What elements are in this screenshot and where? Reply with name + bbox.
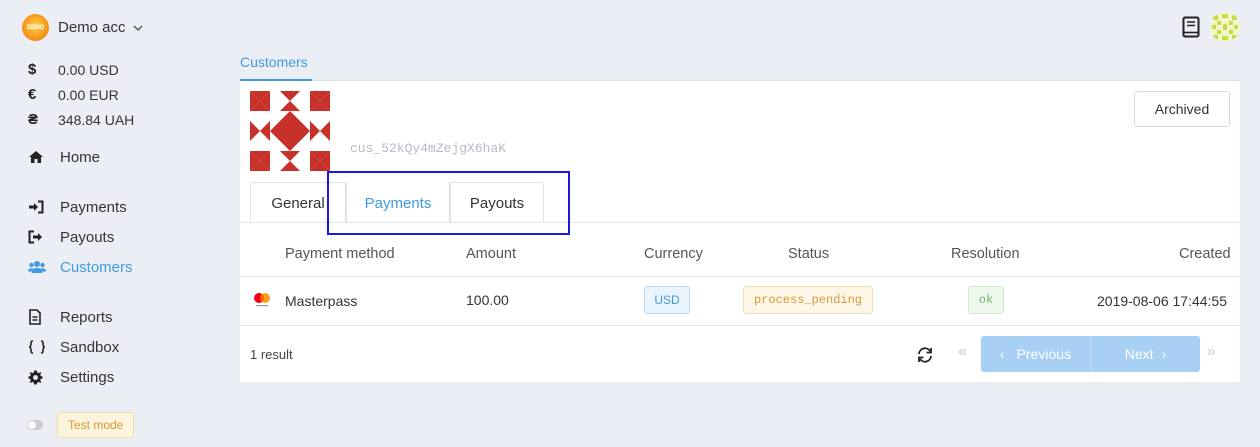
first-page-icon[interactable]: «	[958, 343, 967, 361]
demo-logo-icon: DEMO	[22, 14, 49, 41]
balances-list: $ 0.00 USD € 0.00 EUR ₴ 348.84 UAH	[28, 57, 134, 132]
column-header-resolution[interactable]: Resolution	[951, 246, 1020, 262]
column-header-amount[interactable]: Amount	[466, 246, 516, 262]
user-avatar[interactable]	[1210, 12, 1240, 42]
chevron-right-icon: ›	[1161, 346, 1167, 362]
account-switcher[interactable]: DEMO Demo acc	[22, 14, 144, 41]
sign-out-icon	[28, 230, 60, 244]
customer-card: cus_52kQy4mZejgX6haK Archived General Pa…	[240, 81, 1240, 382]
divider	[240, 222, 1240, 223]
file-icon	[28, 309, 60, 325]
currency-badge: USD	[644, 286, 690, 314]
status-badge: process_pending	[743, 286, 873, 314]
euro-icon: €	[28, 86, 37, 103]
previous-button[interactable]: ‹ Previous	[981, 336, 1091, 372]
pagination: ‹ Previous Next ›	[981, 336, 1200, 372]
tab-payments[interactable]: Payments	[346, 182, 450, 223]
sidebar-item-reports[interactable]: Reports	[28, 305, 113, 329]
sign-in-icon	[28, 200, 60, 214]
column-header-payment-method[interactable]: Payment method	[285, 246, 395, 262]
gear-icon	[28, 369, 60, 385]
refresh-icon[interactable]	[916, 346, 934, 364]
next-label: Next	[1124, 346, 1154, 362]
test-mode-toggle-group: Test mode	[27, 412, 135, 438]
sidebar-item-sandbox[interactable]: Sandbox	[28, 335, 119, 359]
balance-value: 348.84 UAH	[58, 111, 135, 128]
dollar-icon: $	[28, 61, 37, 78]
home-icon	[28, 150, 60, 164]
amount-value: 100.00	[466, 292, 509, 308]
test-mode-toggle[interactable]	[27, 420, 43, 430]
divider	[240, 276, 1240, 277]
last-page-icon[interactable]: »	[1207, 343, 1216, 361]
sidebar-item-payments[interactable]: Payments	[28, 195, 127, 219]
sidebar-item-label: Payouts	[60, 228, 115, 246]
hryvnia-icon: ₴	[28, 111, 39, 128]
sidebar-item-home[interactable]: Home	[28, 145, 100, 169]
resolution-badge: ok	[968, 286, 1004, 314]
sidebar-item-label: Payments	[60, 198, 127, 216]
tab-general[interactable]: General	[250, 182, 346, 223]
sidebar-item-label: Settings	[60, 368, 115, 386]
chevron-down-icon	[133, 24, 143, 31]
balance-eur: € 0.00 EUR	[28, 82, 134, 107]
mastercard-icon	[254, 293, 270, 307]
sidebar-item-label: Home	[60, 148, 101, 166]
tab-bar: General Payments Payouts	[250, 182, 544, 223]
balance-uah: ₴ 348.84 UAH	[28, 107, 134, 132]
next-button[interactable]: Next ›	[1091, 336, 1200, 372]
sidebar-item-payouts[interactable]: Payouts	[28, 225, 114, 249]
column-header-currency[interactable]: Currency	[644, 246, 703, 262]
tab-payouts[interactable]: Payouts	[450, 182, 544, 223]
code-braces-icon	[28, 340, 60, 354]
book-icon[interactable]	[1182, 16, 1200, 38]
column-header-created[interactable]: Created	[1179, 246, 1231, 262]
chevron-left-icon: ‹	[999, 346, 1005, 362]
result-count: 1 result	[250, 347, 293, 362]
divider	[240, 325, 1240, 326]
balance-value: 0.00 EUR	[58, 86, 119, 103]
sidebar-item-customers[interactable]: Customers	[28, 255, 133, 279]
sidebar: DEMO Demo acc $ 0.00 USD € 0.00 EUR ₴ 34…	[0, 0, 220, 447]
account-name: Demo acc	[58, 19, 126, 36]
balance-usd: $ 0.00 USD	[28, 57, 134, 82]
sidebar-item-label: Sandbox	[60, 338, 120, 356]
created-value: 2019-08-06 17:44:55	[1097, 293, 1227, 309]
sidebar-item-settings[interactable]: Settings	[28, 365, 114, 389]
column-header-status[interactable]: Status	[788, 246, 829, 262]
sidebar-item-label: Customers	[60, 258, 133, 276]
users-icon	[28, 260, 60, 274]
sidebar-item-label: Reports	[60, 308, 113, 326]
archived-button[interactable]: Archived	[1134, 91, 1230, 127]
previous-label: Previous	[1016, 346, 1072, 362]
breadcrumb[interactable]: Customers	[240, 54, 308, 70]
test-mode-badge: Test mode	[57, 412, 135, 438]
customer-id: cus_52kQy4mZejgX6haK	[350, 141, 507, 156]
customer-avatar	[250, 91, 330, 171]
balance-value: 0.00 USD	[58, 61, 119, 78]
payment-method-value: Masterpass	[285, 293, 358, 309]
